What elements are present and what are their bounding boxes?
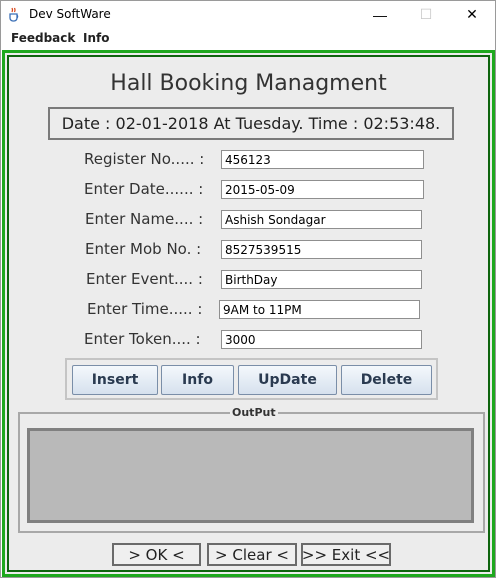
menu-info[interactable]: Info (83, 31, 109, 45)
java-cup-icon (7, 6, 21, 22)
ok-button[interactable]: > OK < (112, 543, 201, 566)
window-title: Dev SoftWare (29, 7, 111, 21)
action-button-panel: Insert Info UpDate Delete (65, 358, 438, 400)
menu-bar: Feedback Info (1, 28, 495, 48)
insert-button[interactable]: Insert (72, 365, 158, 395)
app-window: Dev SoftWare — ☐ ✕ Feedback Info Hall Bo… (0, 0, 496, 578)
mob-no-input[interactable]: 8527539515 (221, 240, 422, 259)
delete-button[interactable]: Delete (341, 365, 432, 395)
token-label: Enter Token.... : (84, 330, 201, 348)
page-title: Hall Booking Managment (110, 71, 387, 96)
datetime-box: Date : 02-01-2018 At Tuesday. Time : 02:… (48, 107, 454, 140)
minimize-button[interactable]: — (357, 1, 403, 28)
output-legend: OutPut (230, 406, 278, 419)
info-button[interactable]: Info (161, 365, 234, 395)
clear-button[interactable]: > Clear < (207, 543, 297, 566)
mob-no-label: Enter Mob No. : (85, 240, 202, 258)
content-panel: Hall Booking Managment Date : 02-01-2018… (7, 55, 490, 572)
datetime-text: Date : 02-01-2018 At Tuesday. Time : 02:… (61, 114, 441, 133)
register-no-input[interactable]: 456123 (221, 150, 424, 169)
event-input[interactable]: BirthDay (221, 270, 422, 289)
title-bar[interactable]: Dev SoftWare — ☐ ✕ (1, 1, 495, 28)
menu-feedback[interactable]: Feedback (11, 31, 75, 45)
content-frame: Hall Booking Managment Date : 02-01-2018… (2, 50, 495, 577)
event-label: Enter Event.... : (86, 270, 203, 288)
name-input[interactable]: Ashish Sondagar (221, 210, 422, 229)
output-group: OutPut (18, 406, 485, 533)
name-label: Enter Name.... : (85, 210, 204, 228)
date-label: Enter Date...... : (84, 180, 204, 198)
time-label: Enter Time..... : (87, 300, 203, 318)
time-input[interactable]: 9AM to 11PM (219, 300, 420, 319)
close-button[interactable]: ✕ (449, 1, 495, 28)
date-input[interactable]: 2015-05-09 (221, 180, 424, 199)
token-input[interactable]: 3000 (221, 330, 422, 349)
output-text-area[interactable] (27, 428, 474, 523)
maximize-button[interactable]: ☐ (403, 1, 449, 28)
exit-button[interactable]: >> Exit << (301, 543, 391, 566)
register-no-label: Register No..... : (84, 150, 205, 168)
update-button[interactable]: UpDate (238, 365, 337, 395)
